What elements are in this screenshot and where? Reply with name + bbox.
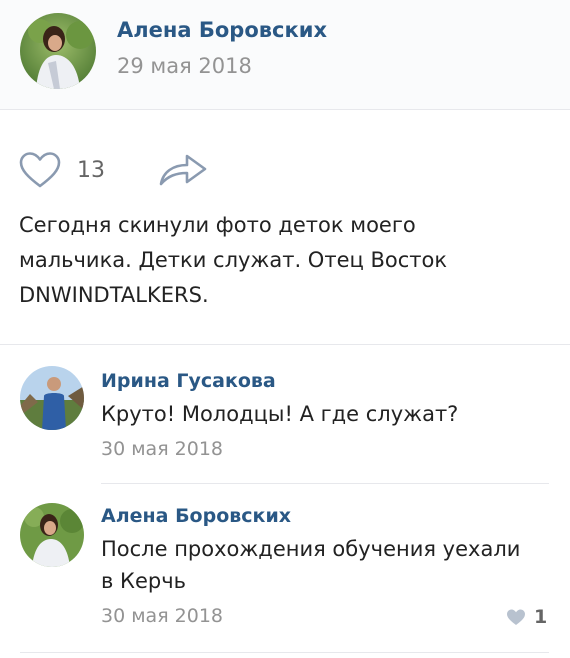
comment-author-name[interactable]: Ирина Гусакова (101, 370, 276, 392)
comment-divider (20, 652, 549, 653)
like-count: 13 (77, 157, 105, 183)
comment-text: После прохождения обучения уехали в Керч… (101, 533, 520, 597)
heart-small-icon (507, 609, 525, 625)
comment-author-avatar[interactable] (20, 503, 84, 567)
post-page: Алена Боровских 29 мая 2018 13 Сегодня с… (0, 0, 570, 658)
comment-text: Круто! Молодцы! А где служат? (101, 398, 458, 430)
comment-author-name[interactable]: Алена Боровских (101, 505, 291, 527)
comment-date[interactable]: 30 мая 2018 (101, 438, 223, 460)
comment-like-button[interactable]: 1 (506, 606, 547, 628)
post-header: Алена Боровских 29 мая 2018 (0, 0, 570, 110)
share-arrow-icon (159, 154, 207, 186)
comment-author-avatar[interactable] (20, 366, 84, 430)
like-button[interactable]: 13 (18, 150, 118, 190)
post-author-avatar[interactable] (20, 13, 96, 89)
post-author-name[interactable]: Алена Боровских (117, 18, 327, 42)
comment-text-line: в Керчь (101, 569, 186, 593)
share-button[interactable] (157, 150, 209, 190)
post-date[interactable]: 29 мая 2018 (117, 54, 252, 78)
comment-text-line: Круто! Молодцы! А где служат? (101, 402, 459, 426)
post-text-line: DNWINDTALKERS. (19, 283, 209, 307)
comment-date[interactable]: 30 мая 2018 (101, 605, 223, 627)
post-text: Сегодня скинули фото деток моего мальчик… (19, 208, 539, 313)
comment-divider (101, 483, 549, 484)
comment-like-count: 1 (534, 606, 548, 628)
post-text-line: мальчика. Детки служат. Отец Восток (19, 248, 448, 272)
comment-text-line: После прохождения обучения уехали (101, 537, 521, 561)
post-divider (0, 344, 570, 345)
heart-icon (19, 152, 61, 188)
post-text-line: Сегодня скинули фото деток моего (19, 213, 416, 237)
